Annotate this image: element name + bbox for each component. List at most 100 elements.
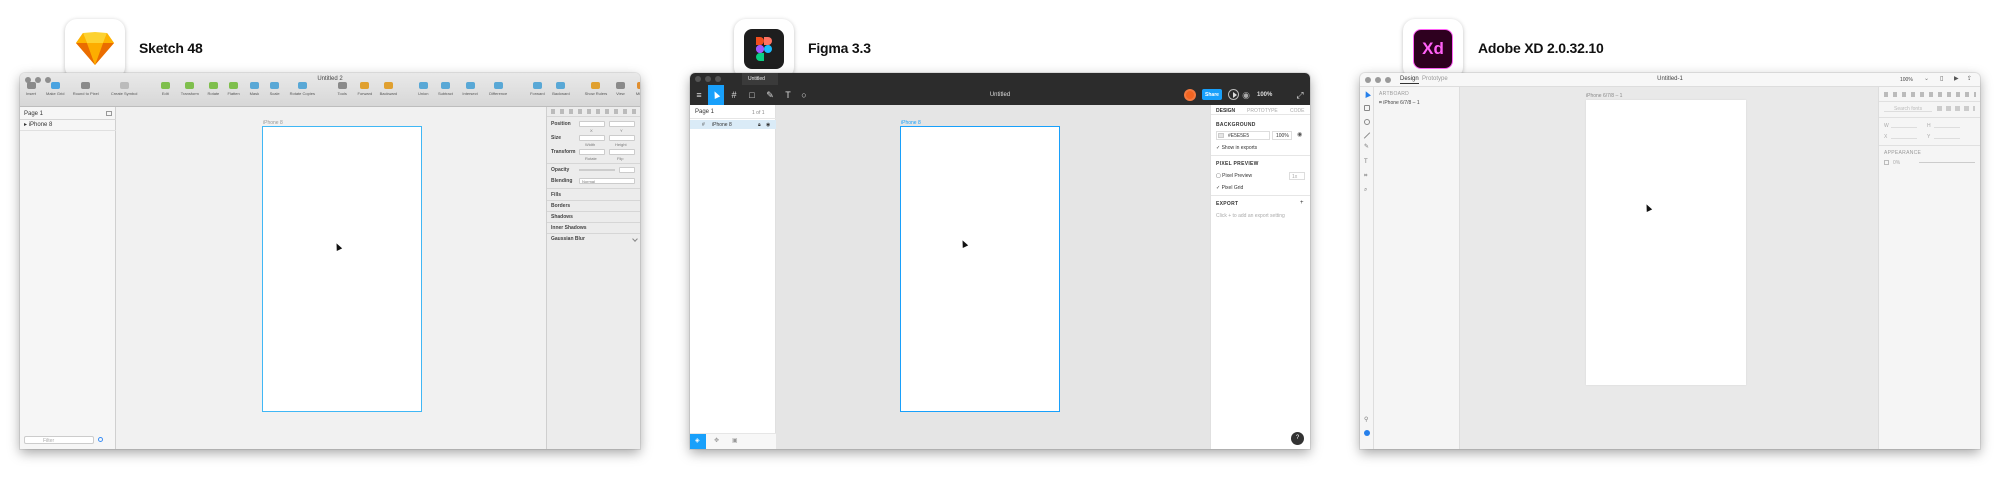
text-tool-icon[interactable]: T	[1364, 159, 1368, 166]
toolbar-item-subtract[interactable]: Subtract	[438, 82, 453, 96]
toolbar-item-rotate-copies[interactable]: Rotate Copies	[290, 82, 315, 96]
fills-section[interactable]: Fills	[551, 192, 561, 198]
width-input[interactable]	[1891, 123, 1917, 128]
layer-row[interactable]: ⌗ iPhone 6/7/8 – 1	[1379, 100, 1420, 106]
toolbar-item-create-symbol[interactable]: Create Symbol	[111, 82, 137, 96]
color-swatch[interactable]	[1218, 133, 1224, 138]
background-color-field[interactable]: #E5E5E5	[1216, 131, 1270, 140]
align-icons[interactable]	[551, 109, 637, 114]
play-icon[interactable]	[1228, 89, 1239, 100]
sketch-canvas[interactable]: iPhone 8	[116, 107, 546, 449]
inner-shadows-section[interactable]: Inner Shadows	[551, 225, 587, 231]
figma-canvas[interactable]: iPhone 8	[776, 105, 1210, 449]
toolbar-item-edit[interactable]: Edit	[160, 82, 170, 96]
toolbar-item-insert[interactable]: Insert	[26, 82, 36, 96]
page-toggle-icon[interactable]	[106, 111, 112, 116]
rotate-input[interactable]	[579, 149, 605, 155]
rectangle-tool-icon[interactable]	[1364, 105, 1370, 111]
toolbar-item-backward[interactable]: Backward	[380, 82, 397, 96]
device-preview-icon[interactable]: ▯	[1940, 76, 1943, 83]
layers-icon[interactable]	[1364, 430, 1370, 436]
eye-icon[interactable]: ◉	[1297, 132, 1302, 139]
blur-section[interactable]: Gaussian Blur	[551, 236, 585, 242]
toolbar-item-mask[interactable]: Mask	[250, 82, 259, 96]
page-name[interactable]: Page 1	[695, 109, 714, 116]
line-tool-icon[interactable]	[1363, 132, 1371, 139]
toolbar-item-flatten[interactable]: Flatten	[228, 82, 240, 96]
toolbar-item-mirror[interactable]: Mirror	[636, 82, 640, 96]
fullscreen-icon[interactable]: ⤢	[1294, 89, 1306, 101]
x-input[interactable]	[1891, 134, 1917, 139]
toolbar-item-transform[interactable]: Transform	[181, 82, 199, 96]
toolbar-item-union[interactable]: Union	[418, 82, 428, 96]
toolbar-item-scale[interactable]: Scale	[270, 82, 280, 96]
x-input[interactable]	[579, 121, 605, 127]
zoom-level[interactable]: 100%	[1257, 92, 1272, 99]
show-in-exports-checkbox[interactable]: ✓ Show in exports	[1216, 145, 1257, 151]
eye-icon[interactable]: ◉	[766, 122, 770, 128]
share-icon[interactable]: ⇪	[1967, 76, 1972, 83]
toolbar-item-rotate[interactable]: Rotate	[208, 82, 219, 96]
xd-canvas[interactable]: iPhone 6/7/8 – 1	[1460, 87, 1878, 449]
opacity-slider[interactable]	[1919, 162, 1975, 163]
pixel-preview-checkbox[interactable]: ▢ Pixel Preview	[1216, 173, 1252, 179]
zoom-level[interactable]: 100%	[1900, 77, 1913, 83]
toolbar-item-backward[interactable]: Backward	[552, 82, 570, 96]
select-tool-icon[interactable]	[1363, 90, 1371, 98]
toolbar-item-show-rulers[interactable]: Show Rulers	[585, 82, 607, 96]
window-controls[interactable]	[695, 76, 721, 82]
pixel-grid-checkbox[interactable]: ✓ Pixel Grid	[1216, 185, 1243, 191]
tab-code[interactable]: CODE	[1290, 108, 1304, 114]
avatar[interactable]	[1184, 89, 1196, 101]
shadows-section[interactable]: Shadows	[551, 214, 573, 220]
blending-select[interactable]: Normal	[579, 178, 635, 184]
eye-icon[interactable]: ◉	[1240, 89, 1252, 101]
height-input[interactable]	[609, 135, 635, 141]
opacity-slider[interactable]	[579, 169, 615, 171]
lock-icon[interactable]: 🔒︎	[758, 122, 761, 128]
layer-row[interactable]: # iPhone 8 🔒︎ ◉	[690, 120, 776, 129]
toolbar-item-tools[interactable]: Tools	[338, 82, 347, 96]
filter-input[interactable]: Filter	[24, 436, 94, 444]
play-icon[interactable]: ▶	[1954, 76, 1959, 83]
flip-control[interactable]	[609, 149, 635, 155]
borders-section[interactable]: Borders	[551, 203, 570, 209]
toolbar-item-make-grid[interactable]: Make Grid	[46, 82, 64, 96]
opacity-value[interactable]: 0%	[1893, 160, 1900, 166]
help-button[interactable]: ?	[1291, 432, 1304, 445]
artboard-iphone-8[interactable]	[262, 126, 422, 412]
artboard-label[interactable]: iPhone 6/7/8 – 1	[1586, 93, 1622, 99]
pen-tool-icon[interactable]: ✎	[1364, 144, 1369, 151]
chevron-down-icon[interactable]	[632, 236, 638, 242]
component-icons[interactable]	[1937, 106, 1975, 111]
chevron-down-icon[interactable]: ⌄	[1924, 76, 1929, 83]
background-opacity[interactable]: 100%	[1272, 131, 1292, 140]
filter-options-icon[interactable]	[98, 437, 103, 442]
close-icon[interactable]	[695, 76, 701, 82]
minimize-icon[interactable]	[705, 76, 711, 82]
toolbar-item-forward[interactable]: Forward	[358, 82, 372, 96]
background-hex[interactable]: #E5E5E5	[1228, 133, 1249, 139]
artboard-iphone-8[interactable]	[900, 126, 1060, 412]
toolbar-item-view[interactable]: View	[615, 82, 625, 96]
height-input[interactable]	[1934, 123, 1960, 128]
opacity-input[interactable]	[619, 167, 635, 173]
layer-row[interactable]: ▸ iPhone 8	[24, 122, 52, 129]
toolbar-item-round-to-pixel[interactable]: Round to Pixel	[73, 82, 99, 96]
opacity-checkbox[interactable]	[1884, 160, 1889, 165]
toolbar-item-forward[interactable]: Forward	[530, 82, 545, 96]
pixel-preview-select[interactable]: 1x	[1289, 172, 1305, 180]
artboard-tool-icon[interactable]: ⌗	[1364, 173, 1367, 180]
components-icon[interactable]: ✥	[714, 438, 719, 445]
tab-prototype[interactable]: PROTOTYPE	[1247, 108, 1278, 114]
width-input[interactable]	[579, 135, 605, 141]
y-input[interactable]	[609, 121, 635, 127]
artboard-iphone[interactable]	[1586, 100, 1746, 385]
file-tab[interactable]: Untitled	[742, 73, 778, 85]
zoom-icon[interactable]	[715, 76, 721, 82]
align-icons[interactable]	[1884, 92, 1976, 97]
toolbar-item-difference[interactable]: Difference	[489, 82, 507, 96]
y-input[interactable]	[1934, 134, 1960, 139]
page-selector[interactable]: Page 1	[24, 111, 43, 118]
tab-design[interactable]: DESIGN	[1216, 108, 1235, 114]
